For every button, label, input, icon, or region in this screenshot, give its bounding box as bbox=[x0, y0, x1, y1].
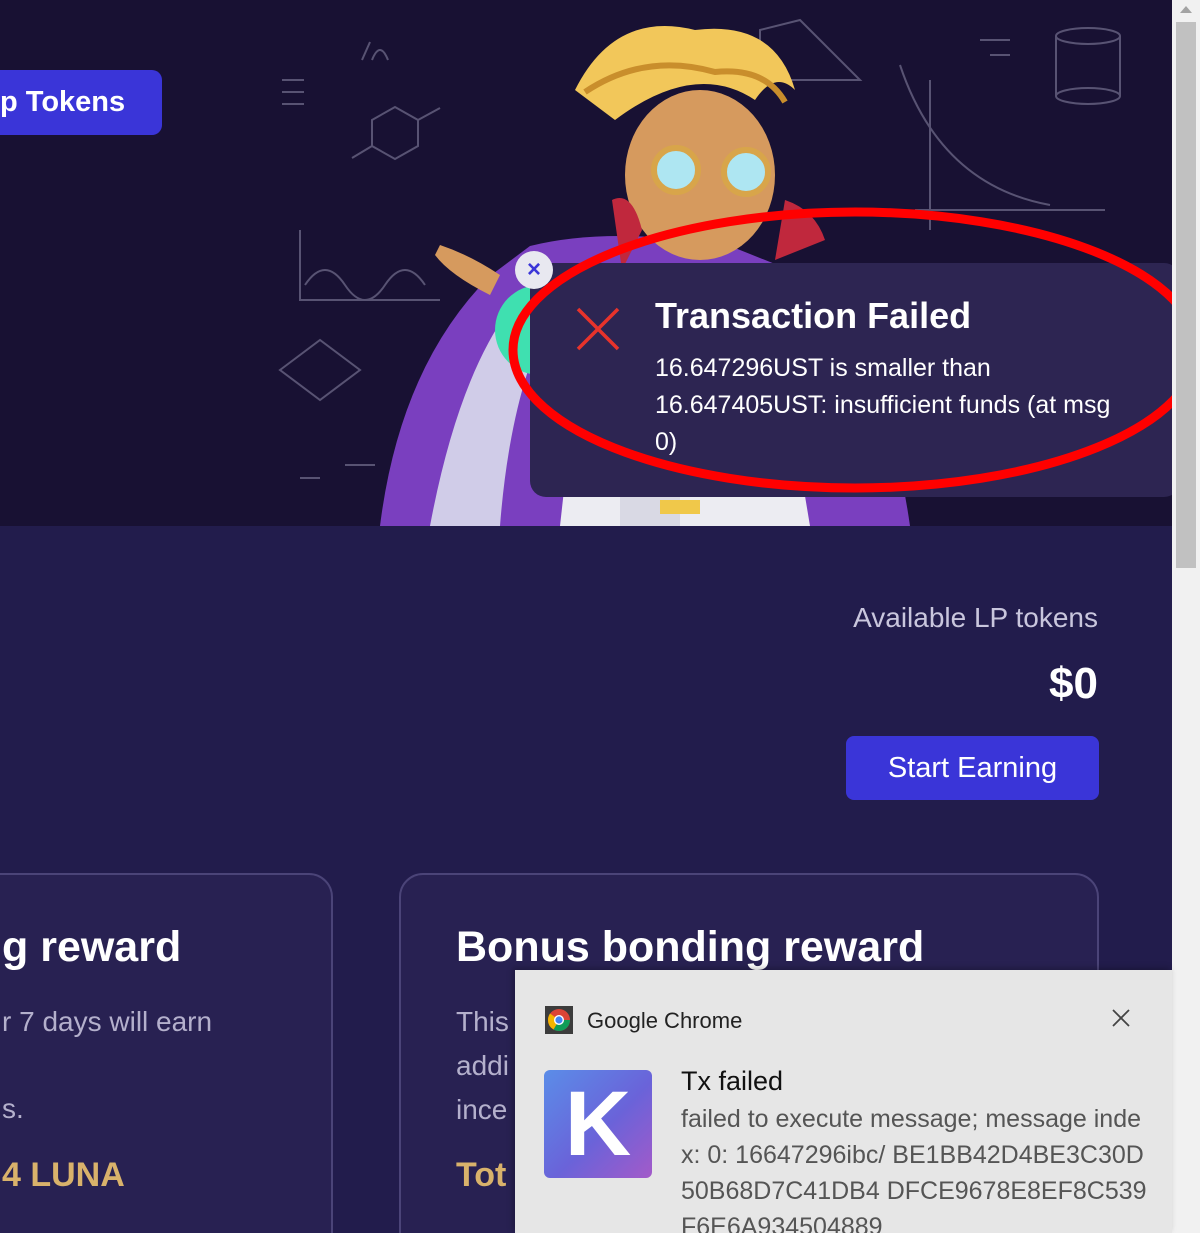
card-title: g reward bbox=[2, 923, 182, 971]
start-earning-button[interactable]: Start Earning bbox=[846, 736, 1099, 800]
close-icon[interactable] bbox=[1109, 1006, 1133, 1030]
card-reward-amount: 4 LUNA bbox=[2, 1156, 125, 1194]
chrome-notification[interactable]: Google Chrome K Tx failed failed to exec… bbox=[515, 970, 1172, 1233]
notification-title: Tx failed bbox=[681, 1066, 784, 1096]
available-lp-value: $0 bbox=[1049, 659, 1098, 708]
scrollbar-thumb[interactable] bbox=[1176, 22, 1196, 568]
card-total-amount: Tot bbox=[456, 1156, 507, 1194]
logo-letter: K bbox=[564, 1073, 632, 1175]
toast-message: 16.647296UST is smaller than 16.647405US… bbox=[655, 354, 1111, 456]
lp-tokens-button[interactable]: p Tokens bbox=[0, 70, 162, 135]
card-description-line: s. bbox=[2, 1093, 24, 1124]
card-description-line: ince bbox=[456, 1094, 508, 1125]
card-description-line: r 7 days will earn bbox=[2, 1006, 213, 1037]
bonding-reward-card: g reward r 7 days will earn s. 4 LUNA bbox=[0, 873, 333, 1233]
error-x-icon bbox=[576, 307, 620, 351]
card-title: Bonus bonding reward bbox=[456, 923, 925, 971]
toast-close-icon[interactable]: × bbox=[515, 251, 553, 289]
scroll-up-arrow-icon[interactable] bbox=[1180, 6, 1192, 13]
card-description-line: This bbox=[456, 1006, 509, 1037]
chrome-icon bbox=[545, 1006, 573, 1034]
page-scrollbar[interactable] bbox=[1172, 0, 1200, 1233]
available-lp-label: Available LP tokens bbox=[853, 602, 1098, 633]
notification-body: failed to execute message; message index… bbox=[681, 1105, 1147, 1233]
toast-title: Transaction Failed bbox=[655, 295, 972, 336]
notification-app-name: Google Chrome bbox=[587, 1008, 743, 1033]
kado-logo-icon: K bbox=[544, 1070, 652, 1178]
card-description-line: addi bbox=[456, 1050, 509, 1081]
